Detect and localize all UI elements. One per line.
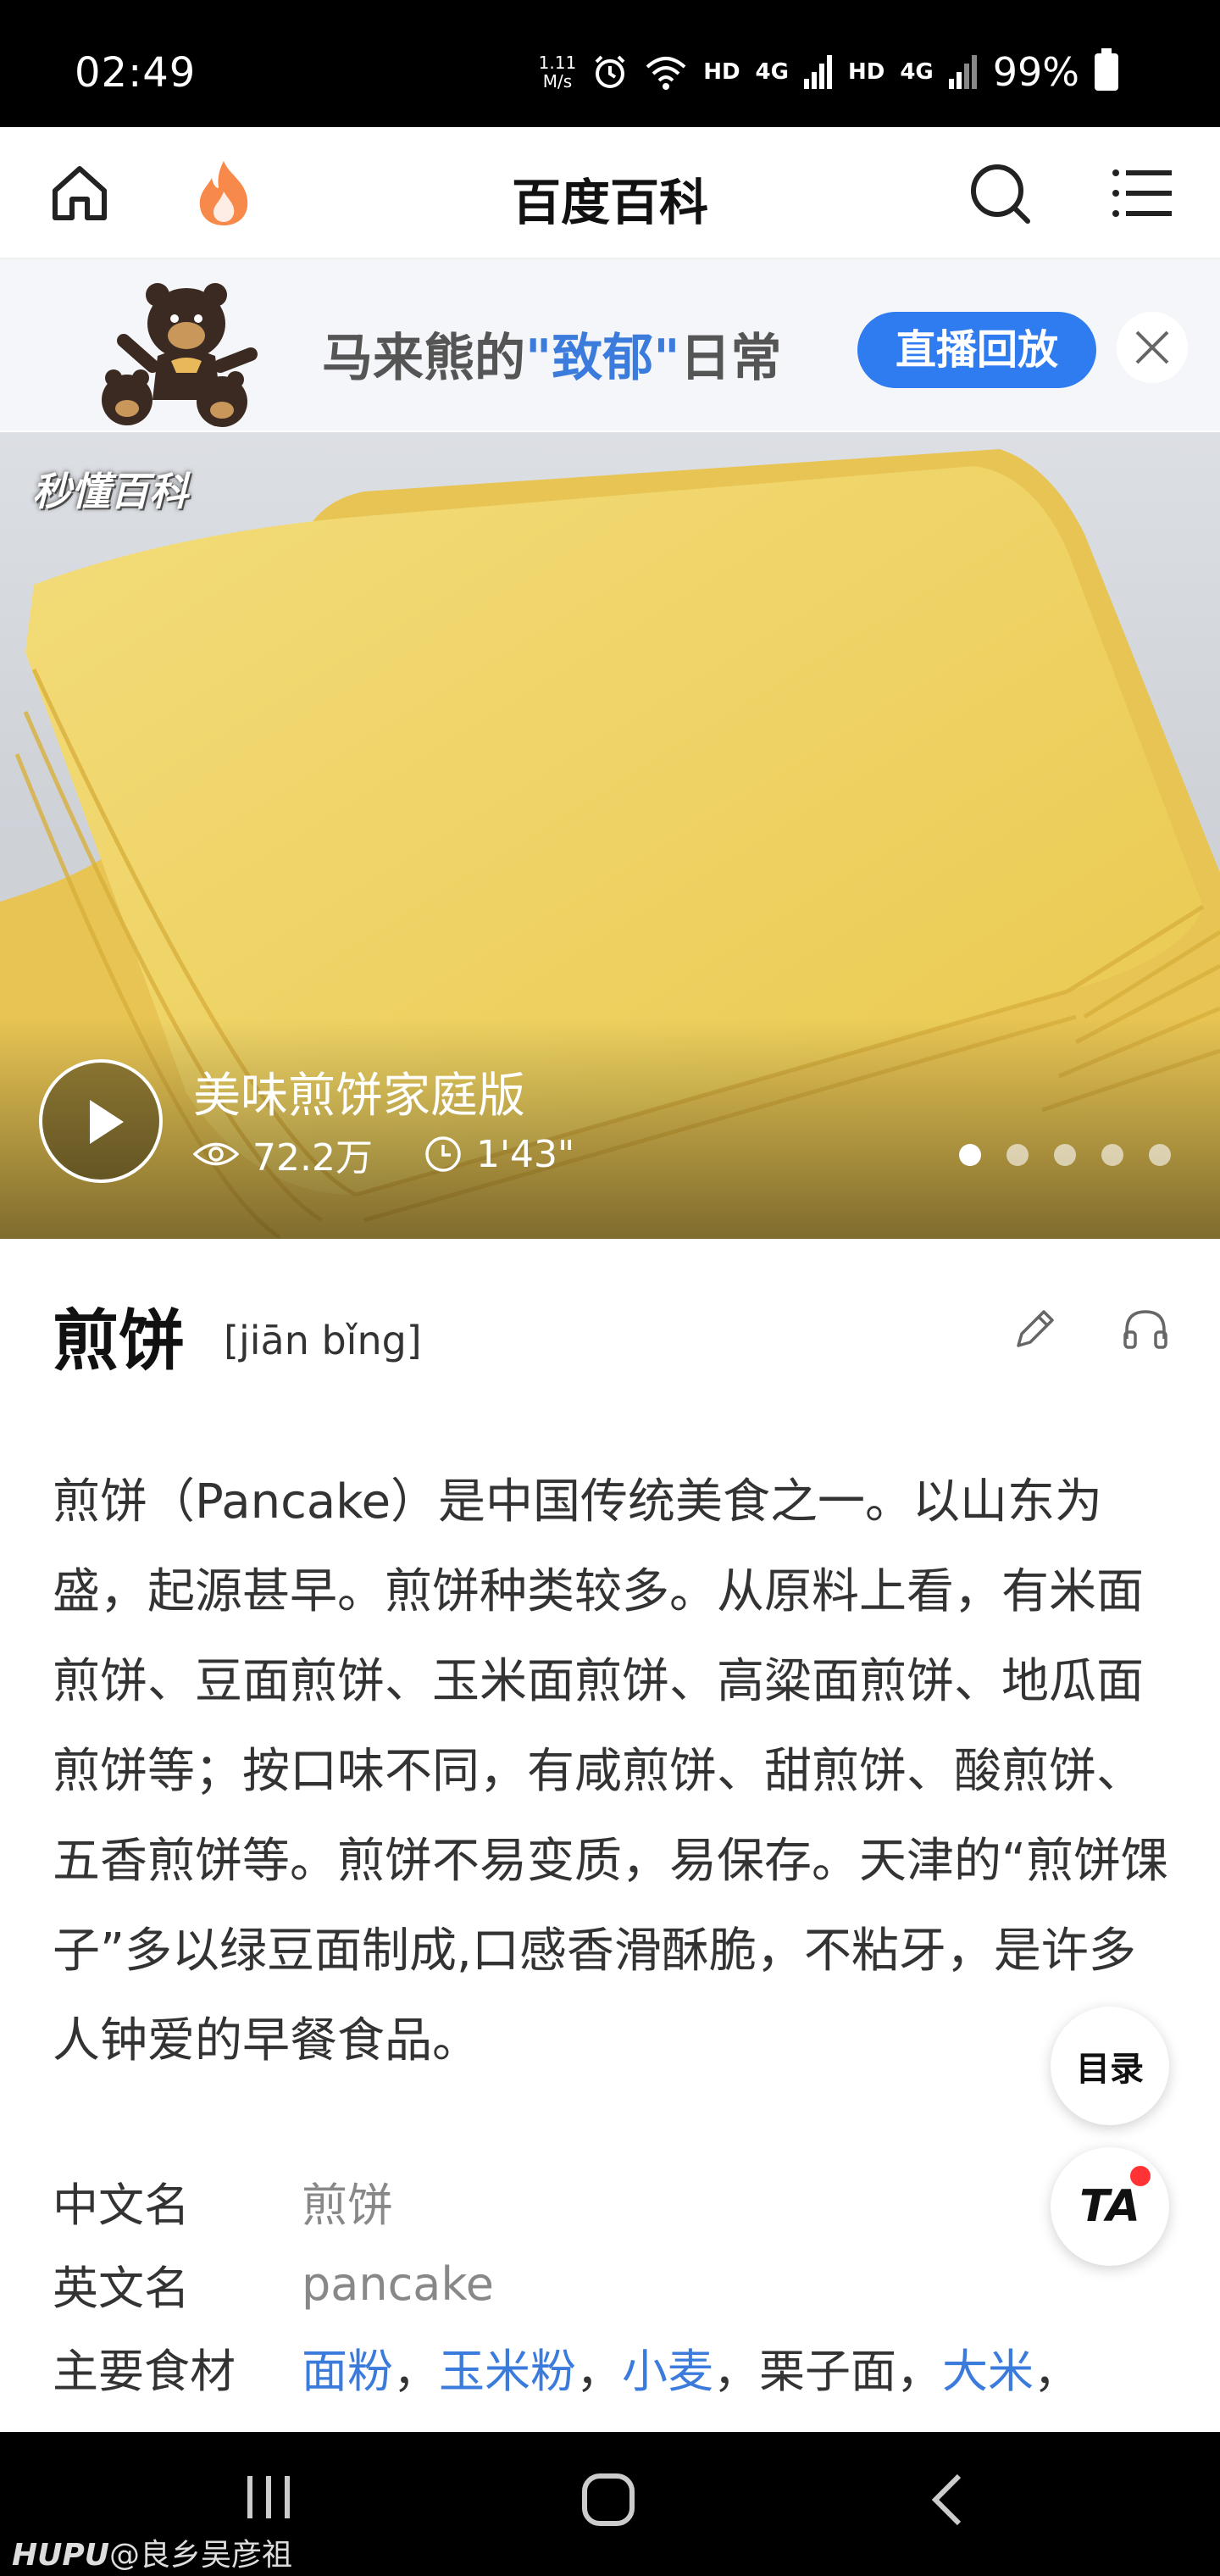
network-type-1: 4G: [755, 59, 789, 85]
ingredients-list: 面粉，玉米粉，小麦，栗子面，大米，: [302, 2344, 1079, 2398]
ingredient-text: 栗子面: [759, 2344, 896, 2398]
status-icons: 1.11 M/s HD 4G HD 4G 99%: [538, 48, 1118, 95]
info-key: 主要食材: [53, 2344, 236, 2398]
close-icon: [1135, 330, 1169, 364]
menu-button[interactable]: [1106, 158, 1178, 229]
info-value: 煎饼: [302, 2178, 393, 2232]
entry-summary: 煎饼（Pancake）是中国传统美食之一。以山东为盛，起源甚早。煎饼种类较多。从…: [53, 1474, 1169, 2068]
network-type-2: 4G: [900, 59, 934, 85]
wifi-icon: [646, 57, 686, 90]
carousel-dot[interactable]: [1149, 1144, 1171, 1166]
ingredient-link[interactable]: 小麦: [622, 2345, 713, 2398]
back-icon: [931, 2473, 962, 2526]
headphones-icon: [1123, 1310, 1167, 1349]
ingredient-link[interactable]: 玉米粉: [439, 2345, 576, 2398]
status-time: 02:49: [75, 49, 197, 97]
video-title: 美味煎饼家庭版: [193, 1069, 525, 1124]
notification-dot: [1130, 2166, 1151, 2186]
video-duration: 1'43": [424, 1133, 574, 1176]
info-row-english-name: 英文名 pancake: [53, 2242, 1079, 2325]
video-hero[interactable]: 秒懂百科: [0, 432, 1220, 1239]
home-nav-button[interactable]: [581, 2473, 635, 2530]
banner-close-button[interactable]: [1117, 312, 1188, 383]
search-icon: [971, 164, 1030, 224]
battery-icon: [1095, 48, 1118, 91]
net-speed: 1.11 M/s: [538, 53, 577, 92]
info-value: pancake: [302, 2257, 494, 2311]
clock-icon: [425, 1136, 461, 1172]
view-count: 72.2万: [193, 1127, 373, 1181]
video-meta: 72.2万 1'43": [193, 1127, 574, 1181]
edit-button[interactable]: [1008, 1305, 1059, 1359]
eye-icon: [193, 1142, 239, 1166]
banner-highlight: "致郁": [525, 329, 680, 388]
menu-icon: [1112, 169, 1172, 217]
alarm-icon: [595, 55, 625, 88]
top-bar: 百度百科: [0, 127, 1220, 259]
replay-button[interactable]: 直播回放: [857, 312, 1096, 388]
recents-button[interactable]: [244, 2473, 295, 2525]
search-button[interactable]: [964, 158, 1035, 229]
battery-percent: 99%: [992, 49, 1079, 95]
video-overlay: [0, 1019, 1220, 1239]
entry-pinyin: [jiān bǐng]: [224, 1318, 422, 1363]
info-row-ingredients: 主要食材 面粉，玉米粉，小麦，栗子面，大米，: [53, 2325, 1079, 2408]
ingredient-link[interactable]: 面粉: [302, 2345, 393, 2398]
info-key: 中文名: [53, 2178, 190, 2232]
system-nav-bar: HUPU@良乡吴彦祖: [0, 2432, 1220, 2576]
carousel-dot[interactable]: [959, 1144, 981, 1166]
back-button[interactable]: [929, 2473, 966, 2530]
ingredient-link[interactable]: 大米: [942, 2345, 1034, 2398]
pencil-icon: [1017, 1310, 1054, 1347]
toc-button[interactable]: 目录: [1051, 2007, 1169, 2125]
promo-banner[interactable]: 马来熊的"致郁"日常 直播回放: [0, 259, 1220, 430]
entry-title: 煎饼: [53, 1303, 186, 1380]
page-title: 百度百科: [511, 174, 708, 231]
recents-icon: [247, 2476, 290, 2518]
play-button[interactable]: [39, 1059, 163, 1183]
carousel-dot[interactable]: [1006, 1144, 1029, 1166]
watermark-caption: HUPU@良乡吴彦祖: [12, 2538, 292, 2573]
ta-button[interactable]: TA: [1051, 2147, 1169, 2266]
banner-text: 马来熊的"致郁"日常: [322, 329, 782, 388]
info-row-chinese-name: 中文名 煎饼: [53, 2159, 1079, 2242]
hd-badge-1: HD: [703, 59, 740, 85]
signal-icon-1: [803, 55, 832, 89]
status-bar: 02:49 1.11 M/s HD 4G HD 4G 99%: [0, 0, 1220, 127]
carousel-dot[interactable]: [1101, 1144, 1123, 1166]
bear-mascot-image: [102, 283, 258, 427]
hd-badge-2: HD: [847, 59, 885, 85]
carousel-dot[interactable]: [1054, 1144, 1076, 1166]
signal-icon-2: [948, 55, 977, 89]
video-watermark: 秒懂百科: [32, 469, 188, 514]
info-key: 英文名: [53, 2261, 190, 2315]
listen-button[interactable]: [1120, 1305, 1171, 1359]
carousel-dots: [959, 1144, 1171, 1166]
home-square-icon: [582, 2473, 635, 2526]
basic-info: 中文名 煎饼 英文名 pancake 主要食材 面粉，玉米粉，小麦，栗子面，大米…: [53, 2159, 1079, 2408]
